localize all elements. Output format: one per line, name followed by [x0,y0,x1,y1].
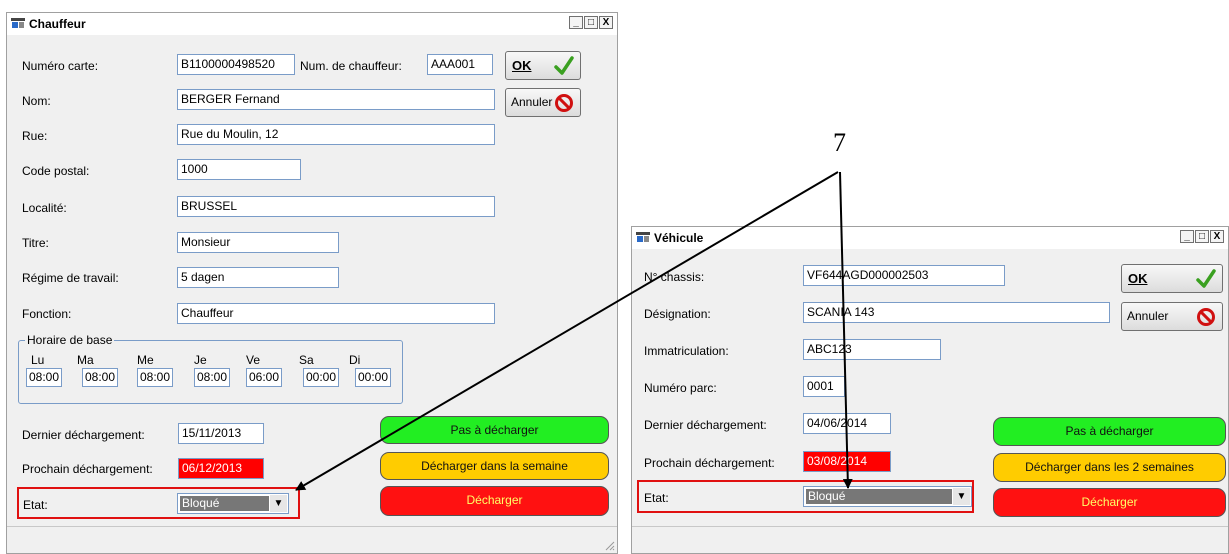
arrow-to-vehicule-etat [839,171,853,489]
annotation-arrows [295,171,853,491]
arrow-to-chauffeur-etat [295,171,839,491]
